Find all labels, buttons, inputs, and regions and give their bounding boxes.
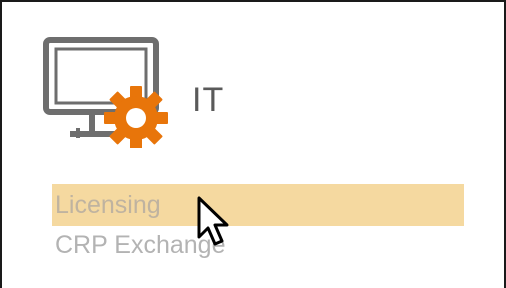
window-panel: IT Licensing CRP Exchange	[0, 0, 506, 288]
menu-item-licensing[interactable]: Licensing	[52, 184, 464, 226]
tile-menu: Licensing CRP Exchange	[52, 184, 464, 264]
tile-title: IT	[192, 81, 225, 119]
monitor-gear-icon	[43, 37, 168, 148]
menu-item-label: Licensing	[55, 191, 161, 219]
menu-item-crp-exchange[interactable]: CRP Exchange	[52, 226, 464, 264]
arrow-pointer-icon	[197, 196, 229, 246]
gear-icon	[104, 86, 168, 148]
